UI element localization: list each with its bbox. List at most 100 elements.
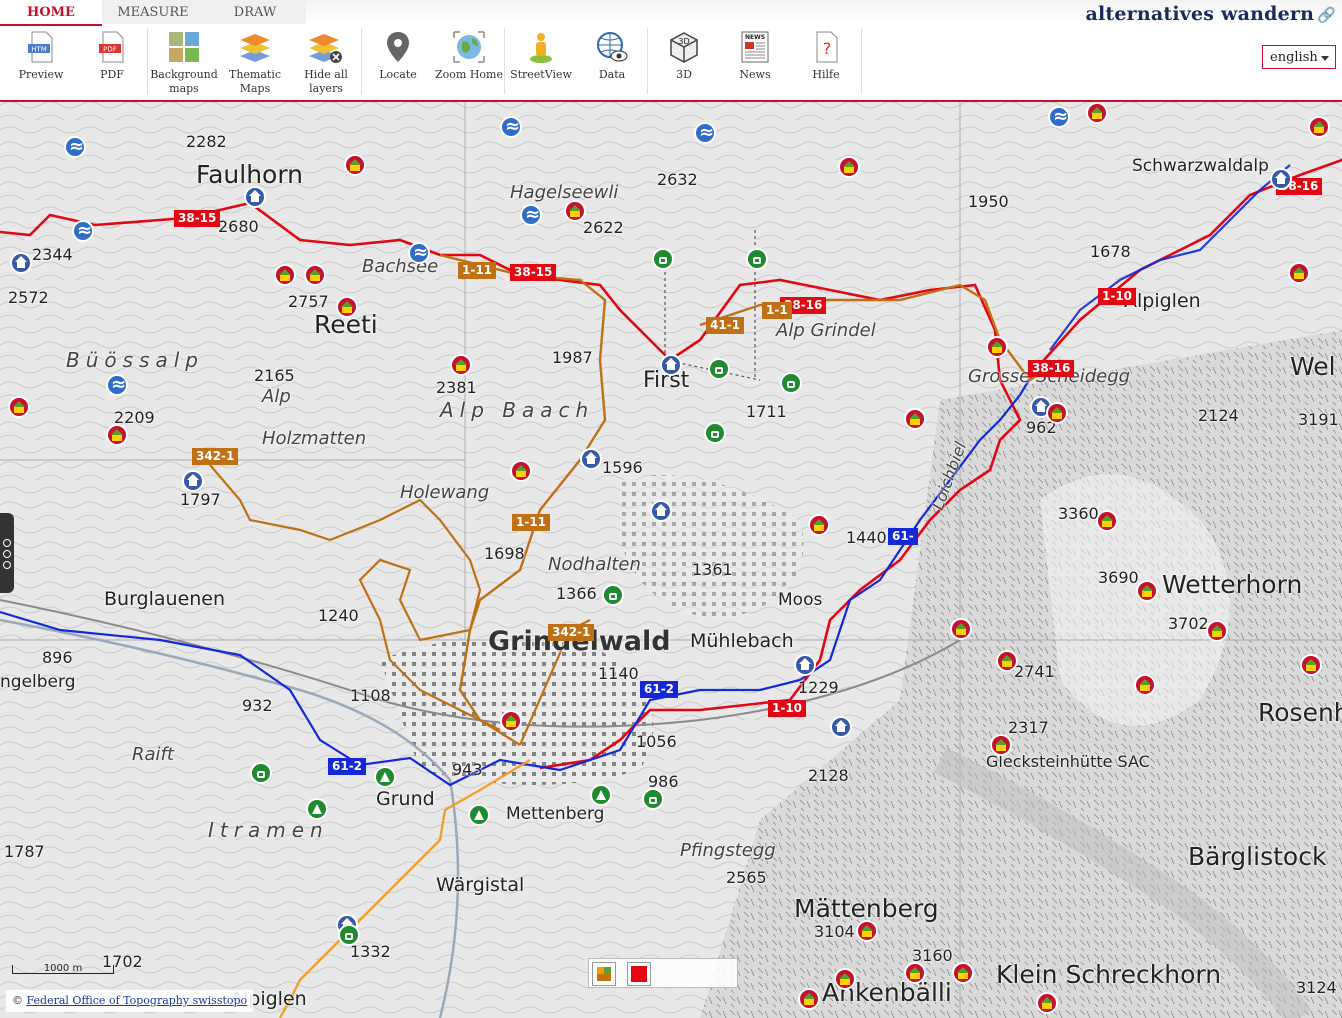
news-button[interactable]: NEWS News: [720, 30, 790, 82]
mountain-hut-icon[interactable]: [996, 650, 1018, 672]
cable-car-icon[interactable]: [602, 584, 624, 606]
route-marker[interactable]: 1-11: [458, 262, 497, 279]
locate-button[interactable]: Locate: [363, 30, 433, 82]
cable-car-icon[interactable]: [338, 924, 360, 946]
lake-icon[interactable]: [64, 136, 86, 158]
mountain-hut-icon[interactable]: [1134, 674, 1156, 696]
elevation-label: 2572: [8, 288, 49, 307]
cable-car-icon[interactable]: [642, 788, 664, 810]
mountain-hut-icon[interactable]: [564, 200, 586, 222]
cable-car-icon[interactable]: [780, 372, 802, 394]
mountain-hut-icon[interactable]: [986, 336, 1008, 358]
3d-button[interactable]: 3D 3D: [649, 30, 719, 82]
mountain-hut-icon[interactable]: [952, 962, 974, 984]
legend-layer-swatch[interactable]: [592, 962, 616, 986]
zoom-home-button[interactable]: Zoom Home: [434, 30, 504, 82]
route-marker[interactable]: 1-10: [1098, 288, 1137, 305]
mountain-hut-icon[interactable]: [1206, 620, 1228, 642]
data-button[interactable]: Data: [577, 30, 647, 82]
route-marker[interactable]: 61-2: [640, 681, 679, 698]
background-maps-button[interactable]: Background maps: [149, 30, 219, 96]
route-marker[interactable]: 61-: [888, 528, 918, 545]
mountain-hut-icon[interactable]: [1288, 262, 1310, 284]
mountain-hut-icon[interactable]: [838, 156, 860, 178]
campsite-icon[interactable]: [468, 804, 490, 826]
mountain-hut-icon[interactable]: [500, 710, 522, 732]
cable-car-icon[interactable]: [746, 248, 768, 270]
mountain-hut-icon[interactable]: [1300, 654, 1322, 676]
mountain-hut-icon[interactable]: [106, 424, 128, 446]
house-icon[interactable]: [1270, 168, 1292, 190]
campsite-icon[interactable]: [306, 798, 328, 820]
mountain-hut-icon[interactable]: [1086, 102, 1108, 124]
mountain-hut-icon[interactable]: [450, 354, 472, 376]
route-marker[interactable]: 41-1: [706, 317, 745, 334]
lake-icon[interactable]: [520, 204, 542, 226]
route-marker[interactable]: 38-15: [510, 264, 557, 281]
campsite-icon[interactable]: [590, 784, 612, 806]
mountain-hut-icon[interactable]: [1136, 580, 1158, 602]
route-marker[interactable]: 1-1: [762, 302, 792, 319]
side-panel-handle[interactable]: [0, 513, 14, 593]
mountain-hut-icon[interactable]: [344, 154, 366, 176]
house-icon[interactable]: [650, 500, 672, 522]
mountain-hut-icon[interactable]: [950, 618, 972, 640]
cable-car-icon[interactable]: [250, 762, 272, 784]
lake-icon[interactable]: [694, 122, 716, 144]
thematic-maps-button[interactable]: Thematic Maps: [220, 30, 290, 96]
tab-home[interactable]: HOME: [0, 0, 102, 26]
lake-icon[interactable]: [500, 116, 522, 138]
campsite-icon[interactable]: [374, 766, 396, 788]
mountain-hut-icon[interactable]: [304, 264, 326, 286]
brand-link[interactable]: alternatives wandern 🔗: [1085, 3, 1336, 25]
route-marker[interactable]: 38-16: [1028, 360, 1075, 377]
mountain-hut-icon[interactable]: [1036, 992, 1058, 1014]
mountain-hut-icon[interactable]: [8, 396, 30, 418]
tab-measure[interactable]: MEASURE: [102, 0, 204, 24]
tab-draw[interactable]: DRAW: [204, 0, 306, 24]
mountain-hut-icon[interactable]: [904, 408, 926, 430]
pdf-button[interactable]: PDF PDF: [77, 30, 147, 82]
mountain-hut-icon[interactable]: [336, 296, 358, 318]
cable-car-icon[interactable]: [652, 248, 674, 270]
mountain-hut-icon[interactable]: [510, 460, 532, 482]
help-button[interactable]: ? Hilfe: [791, 30, 861, 82]
map-canvas[interactable]: Faulhorn 2282 2680 2344 2572 Reeti 2757 …: [0, 102, 1342, 1018]
mountain-hut-icon[interactable]: [1046, 402, 1068, 424]
mountain-hut-icon[interactable]: [274, 264, 296, 286]
lake-icon[interactable]: [72, 220, 94, 242]
mountain-hut-icon[interactable]: [904, 962, 926, 984]
mountain-hut-icon[interactable]: [834, 968, 856, 990]
house-icon[interactable]: [182, 470, 204, 492]
elevation-label: 932: [242, 696, 273, 715]
route-marker[interactable]: 1-11: [512, 514, 551, 531]
lake-icon[interactable]: [408, 242, 430, 264]
house-icon[interactable]: [244, 186, 266, 208]
route-marker[interactable]: 38-15: [174, 210, 221, 227]
lake-icon[interactable]: [1048, 106, 1070, 128]
route-marker[interactable]: 61-2: [328, 758, 367, 775]
mountain-hut-icon[interactable]: [990, 734, 1012, 756]
mountain-hut-icon[interactable]: [856, 920, 878, 942]
mountain-hut-icon[interactable]: [1096, 510, 1118, 532]
cable-car-icon[interactable]: [704, 422, 726, 444]
house-icon[interactable]: [10, 252, 32, 274]
hide-all-layers-button[interactable]: Hide all layers: [291, 30, 361, 96]
route-marker[interactable]: 342-1: [548, 624, 595, 641]
mountain-hut-icon[interactable]: [1308, 116, 1330, 138]
house-icon[interactable]: [580, 448, 602, 470]
route-marker[interactable]: 1-10: [768, 700, 807, 717]
language-select[interactable]: english: [1262, 45, 1336, 69]
cable-car-icon[interactable]: [708, 358, 730, 380]
house-icon[interactable]: [830, 716, 852, 738]
swisstopo-link[interactable]: Federal Office of Topography swisstopo: [27, 994, 248, 1007]
legend-route-swatch[interactable]: [627, 962, 651, 986]
mountain-hut-icon[interactable]: [798, 988, 820, 1010]
mountain-hut-icon[interactable]: [808, 514, 830, 536]
streetview-button[interactable]: StreetView: [506, 30, 576, 82]
house-icon[interactable]: [794, 654, 816, 676]
route-marker[interactable]: 342-1: [192, 448, 239, 465]
lake-icon[interactable]: [106, 374, 128, 396]
preview-button[interactable]: HTM Preview: [6, 30, 76, 82]
house-icon[interactable]: [660, 354, 682, 376]
